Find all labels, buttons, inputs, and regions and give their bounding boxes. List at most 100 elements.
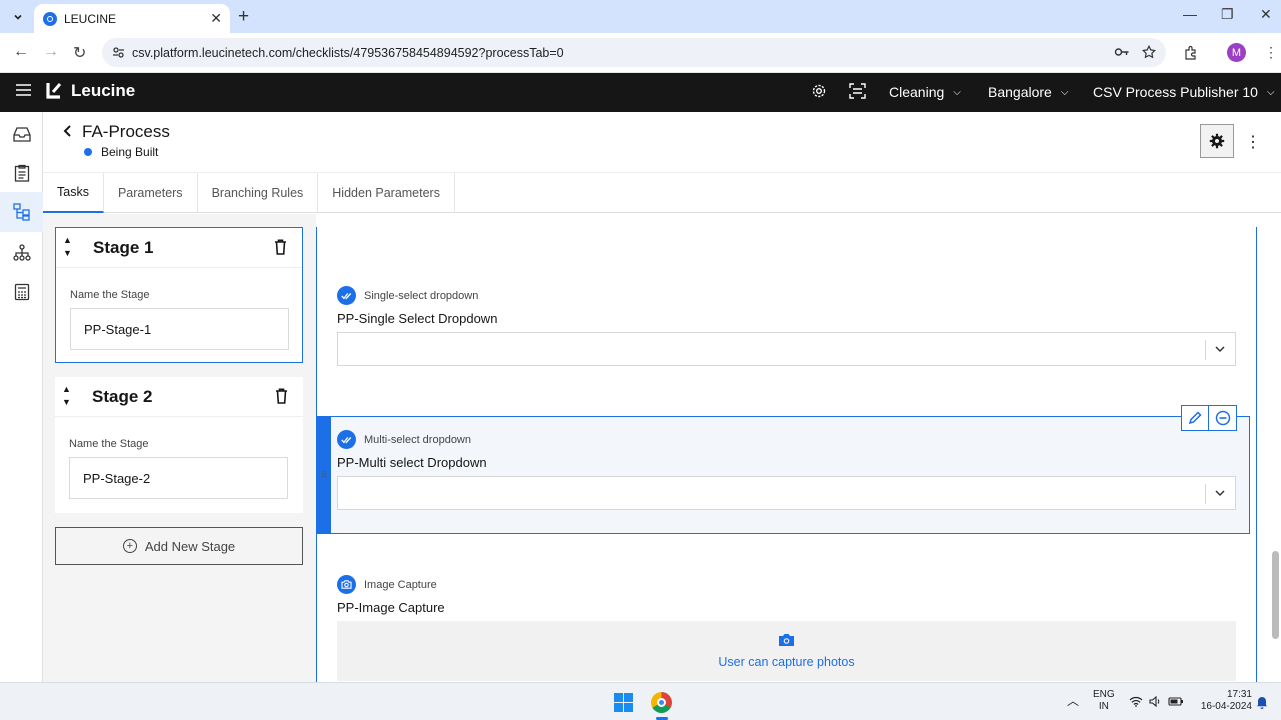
clock[interactable]: 17:31 16-04-2024 — [1196, 689, 1252, 713]
language-line1: ENG — [1093, 689, 1115, 700]
tab-branching-rules[interactable]: Branching Rules — [198, 173, 319, 213]
windows-start-icon[interactable] — [614, 693, 633, 712]
forward-button[interactable]: → — [43, 43, 59, 61]
process-title-bar: FA-Process Being Built ⋮ — [43, 112, 1281, 173]
drag-handle-icon[interactable]: ⠿ — [321, 470, 328, 481]
facility-selector[interactable]: Cleaning ⌵ — [889, 84, 961, 100]
stage-name-input[interactable]: PP-Stage-1 — [70, 308, 289, 350]
restore-button[interactable]: ❐ — [1221, 6, 1234, 23]
tray-overflow-icon[interactable]: ︿ — [1067, 695, 1079, 707]
url-text: csv.platform.leucinetech.com/checklists/… — [132, 45, 564, 60]
parameter-type-label: Image Capture — [364, 578, 437, 591]
wifi-icon[interactable] — [1129, 696, 1143, 707]
single-select-dropdown[interactable] — [337, 332, 1236, 366]
extensions-icon[interactable] — [1184, 45, 1199, 60]
scan-icon[interactable] — [849, 83, 866, 99]
tab-hidden-parameters[interactable]: Hidden Parameters — [318, 173, 455, 213]
status-text: Being Built — [101, 145, 159, 159]
stage-card[interactable]: ▲ ▼ Stage 2 Name the Stage PP-Stage-2 — [55, 377, 303, 513]
add-new-stage-label: Add New Stage — [144, 538, 236, 554]
process-tabs: Tasks Parameters Branching Rules Hidden … — [43, 173, 1281, 213]
parameter-name: PP-Image Capture — [337, 600, 445, 615]
parameter-name: PP-Single Select Dropdown — [337, 311, 498, 326]
new-tab-button[interactable]: + — [238, 6, 249, 28]
capture-text: User can capture photos — [718, 655, 855, 669]
site-selector-label: Bangalore — [988, 84, 1052, 100]
chevron-down-icon: ⌵ — [1060, 86, 1069, 98]
browser-tab-title: LEUCINE — [64, 11, 117, 26]
leucine-logo-icon — [46, 83, 62, 99]
double-check-icon — [337, 286, 356, 305]
battery-icon[interactable] — [1168, 696, 1184, 707]
rail-reports[interactable] — [0, 272, 43, 312]
selected-parameter-highlight[interactable]: ⠿ Multi-select dropdown PP-Multi select … — [317, 405, 1250, 534]
rail-checklist[interactable] — [0, 153, 43, 193]
stage-card[interactable]: ▲ ▼ Stage 1 Name the Stage PP-Stage-1 — [55, 227, 303, 363]
chevron-down-icon: ⌵ — [953, 86, 961, 98]
trash-icon[interactable] — [274, 239, 287, 255]
address-bar[interactable]: csv.platform.leucinetech.com/checklists/… — [102, 38, 1166, 67]
parameter-multi-select[interactable]: Multi-select dropdown PP-Multi select Dr… — [337, 430, 1236, 510]
parameter-single-select[interactable]: Single-select dropdown PP-Single Select … — [337, 286, 1236, 366]
multi-select-dropdown[interactable] — [337, 476, 1236, 510]
profile-avatar[interactable]: M — [1227, 43, 1246, 62]
calculator-icon — [14, 283, 29, 301]
camera-icon — [779, 634, 794, 646]
page-scrollbar[interactable] — [1270, 227, 1281, 682]
image-capture-area[interactable]: User can capture photos — [337, 621, 1236, 681]
page-title: FA-Process — [82, 122, 170, 141]
language-indicator[interactable]: ENG IN — [1093, 689, 1115, 713]
settings-gear-icon[interactable] — [811, 83, 827, 99]
tab-parameters[interactable]: Parameters — [104, 173, 198, 213]
stage-header: ▲ ▼ Stage 2 — [55, 377, 303, 417]
process-settings-button[interactable] — [1200, 124, 1234, 158]
back-arrow-icon[interactable] — [63, 124, 73, 138]
close-tab-icon[interactable]: ✕ — [210, 10, 222, 27]
browser-tab[interactable]: LEUCINE ✕ — [34, 4, 230, 33]
stage-name-input[interactable]: PP-Stage-2 — [69, 457, 288, 499]
stage-title: Stage 2 — [92, 387, 153, 406]
parameter-image-capture[interactable]: Image Capture PP-Image Capture User can … — [337, 575, 1236, 681]
browser-tab-bar: LEUCINE ✕ + — ❐ ✕ — [0, 0, 1281, 33]
remove-parameter-button[interactable] — [1209, 406, 1236, 430]
status-dot — [84, 148, 92, 156]
add-new-stage-button[interactable]: + Add New Stage — [55, 527, 303, 565]
site-selector[interactable]: Bangalore ⌵ — [988, 84, 1068, 100]
edit-parameter-button[interactable] — [1182, 406, 1210, 430]
status-badge: Being Built — [84, 145, 158, 159]
reload-button[interactable]: ↻ — [73, 43, 86, 63]
user-selector[interactable]: CSV Process Publisher 10 ⌵ — [1093, 84, 1275, 100]
site-info-icon[interactable] — [112, 46, 125, 59]
rail-hierarchy[interactable] — [0, 232, 43, 272]
tab-tasks[interactable]: Tasks — [43, 173, 104, 213]
volume-icon[interactable] — [1149, 696, 1162, 707]
clock-time: 17:31 — [1226, 689, 1252, 700]
more-options-icon[interactable]: ⋮ — [1245, 132, 1261, 152]
clock-date: 16-04-2024 — [1200, 701, 1252, 712]
left-nav-rail — [0, 112, 43, 682]
rail-inbox[interactable] — [0, 114, 43, 154]
password-key-icon[interactable] — [1114, 46, 1130, 58]
trash-icon[interactable] — [275, 388, 288, 404]
chrome-taskbar-icon[interactable] — [651, 692, 672, 713]
minimize-button[interactable]: — — [1183, 6, 1197, 22]
hamburger-menu-icon[interactable] — [16, 84, 31, 96]
stage-name-label: Name the Stage — [69, 438, 149, 450]
close-window-button[interactable]: ✕ — [1260, 6, 1272, 23]
reorder-arrows-icon[interactable]: ▲ ▼ — [62, 383, 71, 409]
back-button[interactable]: ← — [13, 43, 29, 61]
process-flow-icon — [12, 203, 30, 221]
notification-bell-icon[interactable] — [1256, 695, 1268, 709]
bookmark-star-icon[interactable] — [1142, 45, 1156, 59]
brand-logo[interactable]: Leucine — [45, 81, 135, 101]
chevron-down-icon: ⌵ — [1266, 86, 1275, 98]
reorder-arrows-icon[interactable]: ▲ ▼ — [63, 234, 72, 260]
chevron-down-icon — [14, 14, 22, 20]
scrollbar-thumb[interactable] — [1272, 551, 1279, 639]
tab-search-button[interactable] — [8, 7, 28, 27]
rail-process-builder[interactable] — [0, 192, 43, 232]
browser-menu-icon[interactable]: ⋮ — [1264, 44, 1278, 61]
chevron-down-icon — [1215, 490, 1225, 497]
gear-icon — [1209, 133, 1225, 149]
stage-header: ▲ ▼ Stage 1 — [56, 228, 302, 268]
